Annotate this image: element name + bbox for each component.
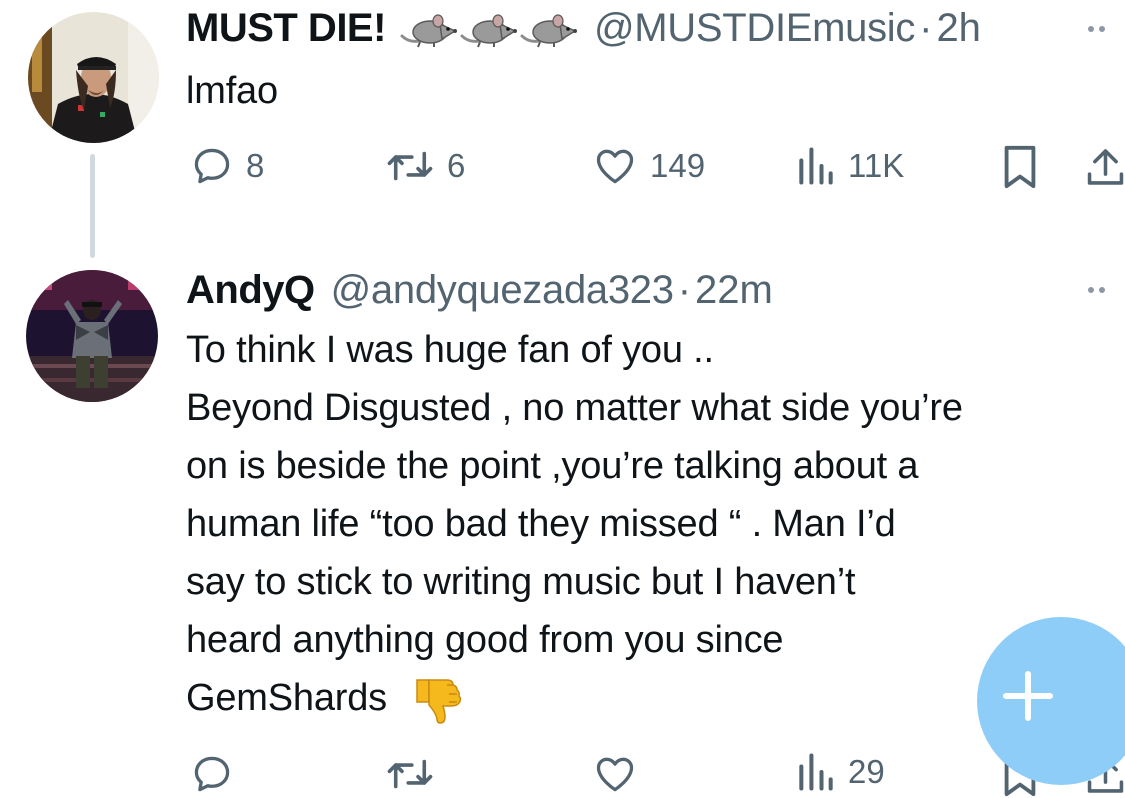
- share-icon: [1087, 149, 1124, 185]
- separator-dot: ·: [919, 6, 933, 50]
- tweet-text-line: Beyond Disgusted , no matter what side y…: [186, 387, 963, 429]
- like-count: 149: [650, 147, 706, 184]
- tweet-text-line: To think I was huge fan of you ..: [186, 329, 714, 371]
- retweet-count: 6: [447, 147, 466, 184]
- tweet-header: MUST DIE! @MUSTDIEmusic · 2h: [186, 4, 981, 52]
- name-emojis: [400, 8, 578, 48]
- retweet-icon: [387, 759, 433, 789]
- views-icon: [799, 753, 833, 791]
- tweet-text: lmfao: [186, 62, 278, 120]
- thumbs-down-emoji: [416, 679, 462, 724]
- tweet-text-line: heard anything good from you since: [186, 619, 784, 661]
- tweet-text-line: human life “too bad they missed “ . Man …: [186, 503, 896, 545]
- rat-emoji: [460, 14, 517, 48]
- retweet-button[interactable]: [385, 752, 447, 796]
- reply-count: 8: [246, 147, 265, 184]
- tweet-text-line: say to stick to writing music but I have…: [186, 561, 856, 603]
- plus-icon: [1003, 671, 1053, 721]
- author-name[interactable]: AndyQ: [186, 266, 315, 314]
- separator-dot: ·: [677, 268, 692, 312]
- reply-icon: [194, 756, 230, 792]
- tweet-text-line: GemShards: [186, 677, 387, 719]
- more-options-icon[interactable]: [1088, 26, 1105, 32]
- timestamp[interactable]: 2h: [936, 4, 981, 52]
- views-button[interactable]: 11K: [796, 144, 904, 188]
- author-handle[interactable]: @MUSTDIEmusic: [594, 4, 915, 52]
- tweet-text: To think I was huge fan of you .. Beyond…: [186, 321, 963, 727]
- heart-icon: [596, 757, 634, 792]
- bookmark-icon: [1004, 145, 1036, 189]
- rat-emoji: [520, 14, 577, 48]
- more-options-icon[interactable]: [1088, 287, 1105, 293]
- tweet-text-last-line: GemShards: [186, 669, 963, 727]
- tweet-actions: 8 6 149 11K: [0, 142, 1125, 192]
- views-icon: [799, 147, 833, 185]
- reply-button[interactable]: [190, 752, 246, 796]
- timestamp[interactable]: 22m: [695, 266, 773, 314]
- reply-icon: [194, 148, 230, 184]
- bookmark-button[interactable]: [1000, 144, 1040, 190]
- heart-icon: [596, 149, 634, 184]
- author-name[interactable]: MUST DIE!: [186, 4, 386, 52]
- reply-button[interactable]: 8: [190, 144, 264, 188]
- rat-emoji: [400, 14, 457, 48]
- views-button[interactable]: 29: [796, 750, 885, 794]
- tweet-header: AndyQ @andyquezada323 · 22m: [186, 266, 773, 314]
- views-count: 11K: [848, 147, 905, 184]
- avatar-must-die[interactable]: [28, 12, 159, 143]
- author-handle[interactable]: @andyquezada323: [331, 266, 674, 314]
- like-button[interactable]: [592, 752, 650, 796]
- tweet-text-line: on is beside the point ,you’re talking a…: [186, 445, 919, 487]
- retweet-icon: [387, 151, 433, 181]
- avatar-andyq[interactable]: [26, 270, 158, 402]
- views-count: 29: [848, 753, 885, 790]
- tweet-actions: 29: [0, 748, 1125, 798]
- share-button[interactable]: [1086, 144, 1125, 190]
- tweet-text-line: lmfao: [186, 70, 278, 112]
- like-button[interactable]: 149: [592, 144, 705, 188]
- retweet-button[interactable]: 6: [385, 144, 465, 188]
